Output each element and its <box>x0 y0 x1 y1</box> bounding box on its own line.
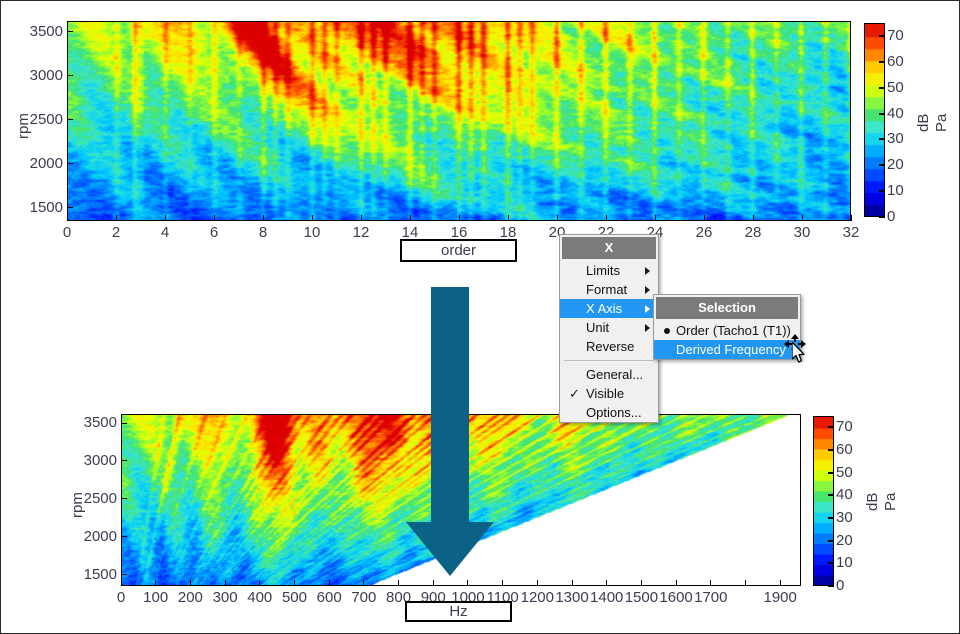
colorbar-tick-label: 0 <box>836 577 845 594</box>
menu-item-format[interactable]: Format <box>560 280 658 299</box>
y-axis-title: rpm <box>69 492 86 518</box>
x-tick-mark <box>155 580 157 586</box>
x-tick-mark <box>224 580 226 586</box>
x-axis-selection-submenu[interactable]: Selection Order (Tacho1 (T1)) Derived Fre… <box>653 294 801 360</box>
menu-item-label: X Axis <box>586 301 623 316</box>
x-tick-mark <box>744 580 746 586</box>
chevron-right-icon <box>645 323 650 332</box>
submenu-item-list: Order (Tacho1 (T1)) Derived Frequency <box>654 321 800 359</box>
x-tick-mark <box>536 580 538 586</box>
x-tick-mark <box>467 580 469 586</box>
x-tick-mark <box>675 580 677 586</box>
menu-item-label: General... <box>586 367 644 382</box>
x-tick-mark <box>189 580 191 586</box>
menu-item-label: Unit <box>586 320 610 335</box>
menu-item-x-axis[interactable]: X Axis <box>560 299 658 318</box>
colorbar-unit-db: dB <box>864 492 881 512</box>
x-tick-label: 1700 <box>694 589 728 606</box>
y-tick-mark <box>121 460 127 462</box>
menu-item-unit[interactable]: Unit <box>560 318 658 337</box>
x-tick-mark <box>640 580 642 586</box>
submenu-item-order-tacho1-t1[interactable]: Order (Tacho1 (T1)) <box>654 321 800 340</box>
colorbar-tick-mark <box>828 562 834 565</box>
menu-item-label: Options... <box>586 405 642 420</box>
y-tick-mark <box>121 498 127 500</box>
colorbar-tick-mark <box>828 539 834 542</box>
x-tick-mark <box>606 580 608 586</box>
y-tick-mark <box>121 422 127 424</box>
x-tick-label: 1900 <box>763 589 797 606</box>
colorbar-tick-label: 60 <box>836 441 853 458</box>
x-tick-mark <box>328 580 330 586</box>
x-tick-mark <box>502 580 504 586</box>
colorbar-tick-label: 40 <box>836 486 853 504</box>
submenu-item-label: Order (Tacho1 (T1)) <box>676 323 791 338</box>
x-tick-mark <box>363 580 365 586</box>
submenu-item-derived-frequency[interactable]: Derived Frequency <box>654 340 800 359</box>
colorbar-tick-label: 20 <box>836 531 853 549</box>
submenu-item-label: Derived Frequency <box>676 342 786 357</box>
check-icon: ✓ <box>569 385 580 401</box>
menu-item-label: Format <box>586 282 628 297</box>
colorbar-tick-label: 30 <box>836 509 853 526</box>
chevron-right-icon <box>645 266 650 275</box>
colorbar-tick-mark <box>828 494 834 497</box>
x-axis-title-box[interactable]: Hz <box>405 601 512 622</box>
menu-item-label: Visible <box>586 386 625 401</box>
colorbar-tick-mark <box>828 585 834 587</box>
menu-item-label: Reverse <box>586 339 635 354</box>
x-axis-context-menu[interactable]: X Limits Format X Axis Unit Reverse General..… <box>559 234 659 423</box>
transition-arrow <box>406 287 494 576</box>
colorbar-tick-mark <box>828 426 834 429</box>
submenu-title: Selection <box>656 297 798 319</box>
colorbar-unit-pa: Pa <box>882 492 899 512</box>
colorbar-tick-mark <box>828 449 834 451</box>
menu-item-general[interactable]: General... <box>560 365 658 384</box>
y-tick-label: 2000 <box>83 527 117 545</box>
y-tick-mark <box>121 536 127 538</box>
colorbar-tick-mark <box>828 517 834 519</box>
y-tick-mark <box>121 574 127 576</box>
menu-item-label: Limits <box>586 263 620 278</box>
colorbar-tick-label: 50 <box>836 463 853 481</box>
colorbar-tick-mark <box>828 471 834 474</box>
context-menu-item-list: Limits Format X Axis Unit Reverse General... ✓… <box>560 261 658 422</box>
x-tick-mark <box>432 580 434 586</box>
x-tick-mark <box>398 580 400 586</box>
y-tick-label: 1500 <box>83 565 117 583</box>
menu-item-limits[interactable]: Limits <box>560 261 658 280</box>
x-tick-mark <box>259 580 261 586</box>
colorbar-tick-label: 70 <box>836 418 853 436</box>
x-tick-mark <box>293 580 295 586</box>
x-tick-mark <box>571 580 573 586</box>
x-tick-mark <box>710 580 712 586</box>
radio-selected-icon <box>664 327 670 334</box>
colorbar-tick-label: 10 <box>836 554 853 572</box>
y-tick-label: 3500 <box>83 414 117 432</box>
menu-item-visible[interactable]: ✓ Visible <box>560 384 658 403</box>
chevron-right-icon <box>645 285 650 294</box>
menu-separator <box>564 360 654 361</box>
chevron-right-icon <box>645 304 650 313</box>
menu-item-reverse[interactable]: Reverse <box>560 337 658 356</box>
x-tick-mark <box>779 580 781 586</box>
x-tick-mark <box>120 580 122 586</box>
menu-item-options[interactable]: Options... <box>560 403 658 422</box>
figure-root: 1500 2000 2500 3000 3500 rpm 0 2 4 6 8 10 12 14 16 18 20… <box>0 0 960 634</box>
colorbar <box>813 416 834 586</box>
context-menu-title: X <box>562 237 656 259</box>
y-tick-label: 3000 <box>83 451 117 469</box>
